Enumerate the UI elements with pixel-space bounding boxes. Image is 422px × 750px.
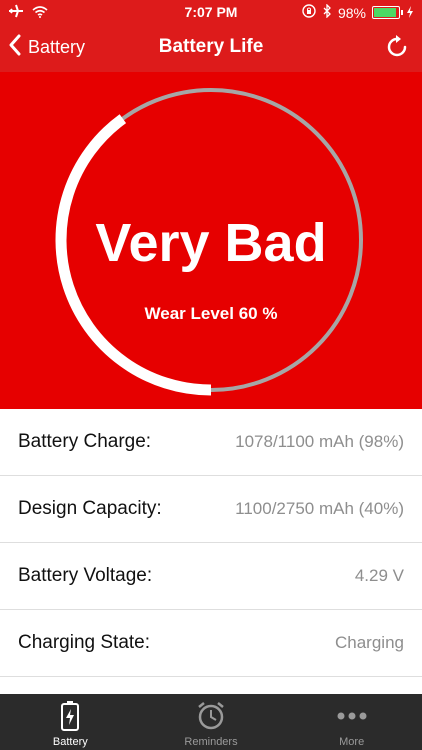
- page-title: Battery Life: [158, 36, 264, 57]
- battery-tab-icon: [54, 700, 86, 732]
- battery-details-list: Battery Charge: 1078/1100 mAh (98%) Desi…: [0, 409, 422, 677]
- tab-bar: Battery Reminders More: [0, 694, 422, 750]
- detail-row-design-capacity: Design Capacity: 1100/2750 mAh (40%): [0, 476, 422, 543]
- detail-value: 4.29 V: [354, 566, 404, 585]
- navigation-bar: Battery Battery Life: [0, 24, 422, 72]
- detail-row-charging-state: Charging State: Charging: [0, 610, 422, 677]
- detail-label: Charging State:: [18, 632, 151, 653]
- tab-more[interactable]: More: [281, 694, 422, 750]
- detail-label: Design Capacity:: [18, 498, 162, 519]
- detail-row-battery-voltage: Battery Voltage: 4.29 V: [0, 543, 422, 610]
- detail-value: Charging: [335, 633, 404, 652]
- status-bar: 7:07 PM 98%: [0, 0, 422, 24]
- detail-value: 1078/1100 mAh (98%): [235, 432, 404, 451]
- charging-bolt-icon: [406, 5, 414, 21]
- bluetooth-icon: [322, 3, 332, 21]
- detail-value: 1100/2750 mAh (40%): [235, 499, 404, 518]
- detail-label: Battery Charge:: [18, 431, 152, 452]
- orientation-lock-icon: [302, 4, 316, 21]
- tab-label: More: [339, 736, 365, 748]
- more-dots-icon: [336, 700, 368, 732]
- detail-label: Battery Voltage:: [18, 565, 153, 586]
- health-status: Very Bad: [95, 213, 327, 273]
- tab-battery[interactable]: Battery: [0, 694, 141, 750]
- tab-reminders[interactable]: Reminders: [141, 694, 282, 750]
- battery-health-panel: Very Bad Wear Level 60 %: [0, 72, 422, 409]
- alarm-clock-icon: [195, 700, 227, 732]
- wear-level: Wear Level 60 %: [144, 304, 278, 323]
- tab-label: Battery: [52, 736, 88, 748]
- battery-percent: 98%: [337, 4, 366, 21]
- refresh-icon[interactable]: [384, 34, 410, 60]
- tab-label: Reminders: [184, 736, 238, 748]
- detail-row-battery-charge: Battery Charge: 1078/1100 mAh (98%): [0, 409, 422, 476]
- battery-icon: [372, 6, 403, 19]
